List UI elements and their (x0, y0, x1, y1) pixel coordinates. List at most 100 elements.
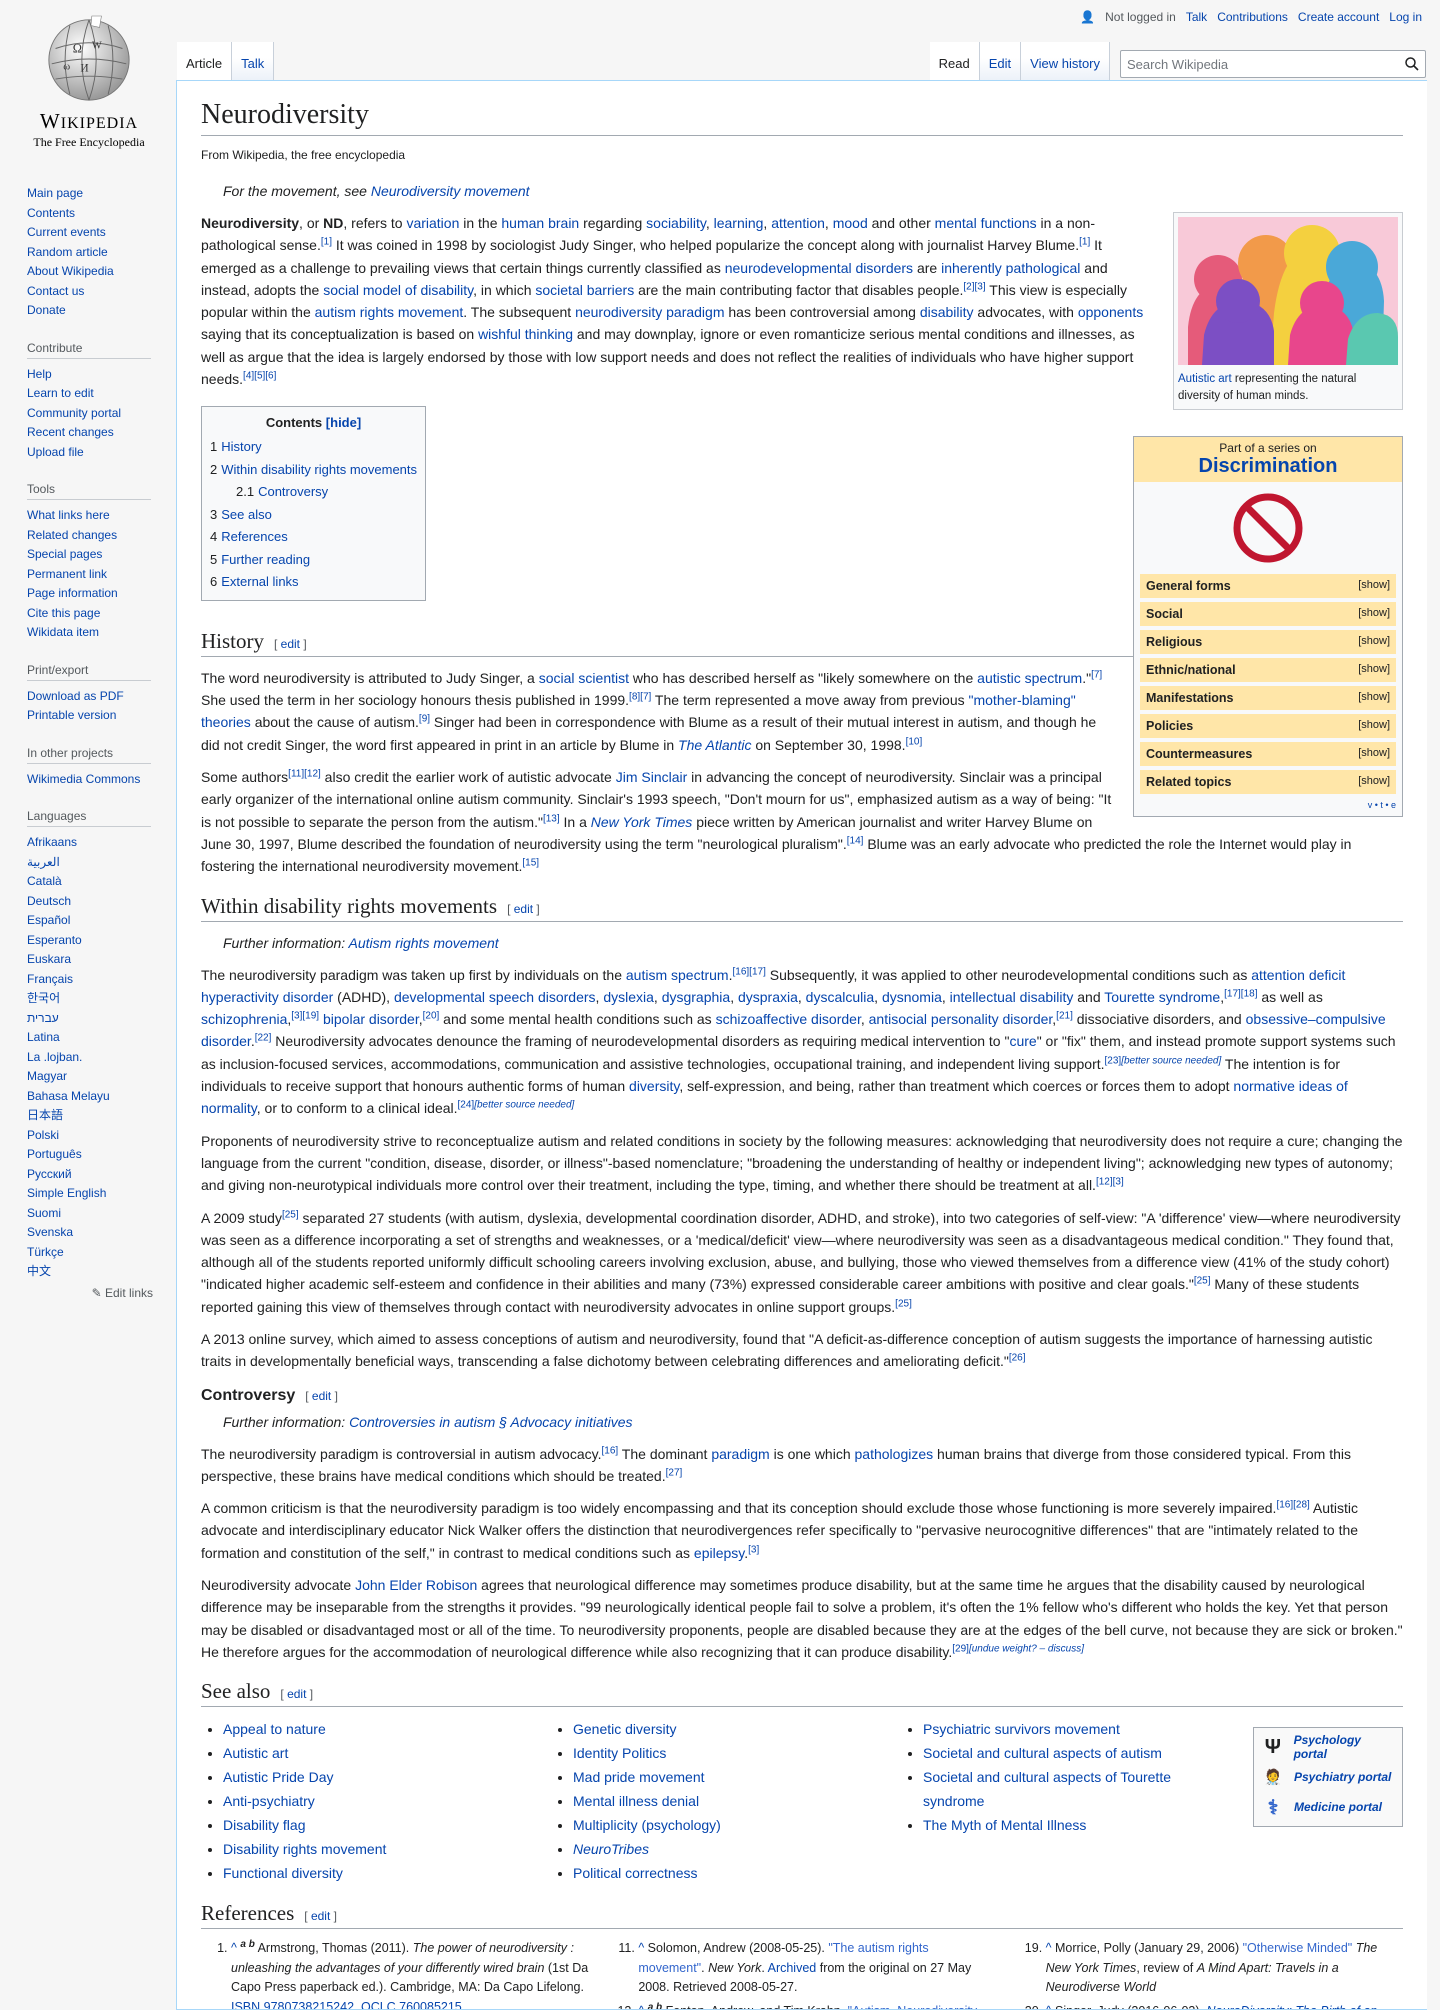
article-link[interactable]: inherently pathological (941, 260, 1080, 276)
see-also-link-1[interactable]: Societal and cultural aspects of autism (923, 1745, 1162, 1761)
toc-link[interactable]: Further reading (221, 552, 310, 567)
sidebar-projects-link-0[interactable]: Wikimedia Commons (27, 772, 140, 786)
citation[interactable]: [14] (847, 835, 864, 846)
see-also-link-3[interactable]: Anti-psychiatry (223, 1793, 315, 1809)
sidebar-language-link-6[interactable]: Euskara (27, 952, 71, 966)
sidebar-language-link-19[interactable]: Suomi (27, 1206, 61, 1220)
toc-link[interactable]: Within disability rights movements (221, 462, 417, 477)
article-link[interactable]: learning (714, 215, 764, 231)
sidebar-nav-link-1[interactable]: Contents (27, 206, 75, 220)
within-hatnote-link[interactable]: Autism rights movement (349, 935, 499, 951)
sidebar-language-link-22[interactable]: 中文 (27, 1264, 51, 1278)
article-link[interactable]: attention (771, 215, 825, 231)
article-link[interactable]: opponents (1078, 304, 1143, 320)
sidebar-language-link-21[interactable]: Türkçe (27, 1245, 64, 1259)
see-also-link-0[interactable]: Appeal to nature (223, 1721, 326, 1737)
see-also-link-2[interactable]: Autistic Pride Day (223, 1769, 333, 1785)
toc-item[interactable]: 5 Further reading (210, 549, 417, 572)
sidebar-language-link-4[interactable]: Español (27, 913, 70, 927)
article-link[interactable]: epilepsy (694, 1545, 744, 1561)
citation[interactable]: [26] (1009, 1353, 1026, 1364)
show-toggle[interactable]: [show] (1358, 635, 1390, 649)
toc-link[interactable]: References (221, 529, 287, 544)
article-link[interactable]: dyscalculia (806, 989, 874, 1005)
article-link[interactable]: variation (406, 215, 459, 231)
article-link[interactable]: ISBN 9780738215242 (231, 2000, 354, 2009)
sidebar-nav-link-3[interactable]: Random article (27, 245, 108, 259)
talk-link[interactable]: Talk (1186, 10, 1207, 24)
series-title[interactable]: Discrimination (1140, 455, 1396, 478)
article-link[interactable]: John Elder Robison (355, 1577, 477, 1593)
see-also-link-0[interactable]: Genetic diversity (573, 1721, 676, 1737)
citation[interactable]: [16][28] (1276, 1500, 1309, 1511)
wikipedia-logo[interactable]: Ω W И ω WIKIPEDIA The Free Encyclopedia (24, 14, 154, 150)
autistic-art-image[interactable] (1178, 217, 1398, 365)
sidebar-contribute-link-2[interactable]: Community portal (27, 406, 121, 420)
edit-links[interactable]: ✎ Edit links (27, 1286, 153, 1300)
article-link[interactable]: autism spectrum (626, 967, 729, 983)
caption-link[interactable]: Autistic art (1178, 373, 1232, 385)
tab-edit[interactable]: Edit (979, 42, 1022, 82)
citation[interactable]: [25] (282, 1209, 299, 1220)
article-link[interactable]: developmental speech disorders (394, 989, 596, 1005)
citation[interactable]: [8][7] (629, 692, 651, 703)
article-link[interactable]: social scientist (539, 670, 629, 686)
citation[interactable]: [16] (601, 1445, 618, 1456)
sidebar-row-4[interactable]: Manifestations [show] (1140, 686, 1396, 710)
sidebar-tools-link-3[interactable]: Permanent link (27, 567, 107, 581)
sidebar-row-1[interactable]: Social [show] (1140, 602, 1396, 626)
sidebar-print-link-0[interactable]: Download as PDF (27, 689, 124, 703)
see-also-link-6[interactable]: Political correctness (573, 1865, 698, 1881)
citation[interactable]: [17][18] (1224, 988, 1257, 999)
sidebar-tools-link-6[interactable]: Wikidata item (27, 625, 99, 639)
sidebar-language-link-0[interactable]: Afrikaans (27, 835, 77, 849)
psychiatry-portal-link[interactable]: Psychiatry portal (1294, 1770, 1391, 1784)
controversy-hatnote-link[interactable]: Controversies in autism § Advocacy initi… (349, 1414, 633, 1430)
sidebar-language-link-10[interactable]: Latina (27, 1030, 60, 1044)
sidebar-print-link-1[interactable]: Printable version (27, 708, 116, 722)
sidebar-language-link-11[interactable]: La .lojban. (27, 1050, 82, 1064)
show-toggle[interactable]: [show] (1358, 775, 1390, 789)
citation[interactable]: [20] (423, 1010, 440, 1021)
article-link[interactable]: Archived (768, 1961, 817, 1975)
edit-history-link[interactable]: edit (281, 637, 300, 651)
toc-link[interactable]: Controversy (258, 484, 328, 499)
article-link[interactable]: disability (920, 304, 974, 320)
article-link[interactable]: ^ (231, 1941, 237, 1955)
toc-link[interactable]: History (221, 439, 261, 454)
vte-links[interactable]: v • t • e (1140, 800, 1396, 810)
citation[interactable]: [9] (419, 714, 430, 725)
create-account-link[interactable]: Create account (1298, 10, 1379, 24)
citation[interactable]: [3] (748, 1544, 759, 1555)
article-link[interactable]: autistic spectrum (977, 670, 1082, 686)
citation[interactable]: [22] (255, 1033, 272, 1044)
citation[interactable]: a b (240, 1939, 254, 1950)
sidebar-language-link-17[interactable]: Русский (27, 1167, 72, 1181)
citation[interactable]: a b (648, 2002, 662, 2009)
citation[interactable]: [21] (1056, 1010, 1073, 1021)
citation[interactable]: [29][undue weight? – discuss] (952, 1643, 1084, 1654)
tab-article[interactable]: Article (177, 42, 233, 82)
article-link[interactable]: dyslexia (603, 989, 654, 1005)
citation[interactable]: [23][better source needed] (1105, 1055, 1222, 1066)
see-also-link-5[interactable]: NeuroTribes (573, 1841, 649, 1857)
article-link[interactable]: "Otherwise Minded" (1243, 1941, 1353, 1955)
sidebar-nav-link-4[interactable]: About Wikipedia (27, 264, 114, 278)
search-input[interactable]: Search Wikipedia (1120, 50, 1426, 78)
sidebar-language-link-9[interactable]: עברית (27, 1011, 59, 1025)
show-toggle[interactable]: [show] (1358, 691, 1390, 705)
article-link[interactable]: mental functions (935, 215, 1037, 231)
see-also-link-3[interactable]: Mental illness denial (573, 1793, 699, 1809)
citation[interactable]: [25] (895, 1298, 912, 1309)
sidebar-language-link-7[interactable]: Français (27, 972, 73, 986)
medicine-portal-link[interactable]: Medicine portal (1294, 1800, 1382, 1814)
tab-talk[interactable]: Talk (232, 42, 275, 82)
see-also-link-4[interactable]: Multiplicity (psychology) (573, 1817, 721, 1833)
sidebar-contribute-link-3[interactable]: Recent changes (27, 425, 114, 439)
article-link[interactable]: dysgraphia (662, 989, 731, 1005)
sidebar-tools-link-1[interactable]: Related changes (27, 528, 117, 542)
article-link[interactable]: neurodiversity paradigm (575, 304, 724, 320)
sidebar-language-link-16[interactable]: Português (27, 1147, 82, 1161)
sidebar-nav-link-0[interactable]: Main page (27, 186, 83, 200)
article-link[interactable]: neurodevelopmental disorders (725, 260, 913, 276)
